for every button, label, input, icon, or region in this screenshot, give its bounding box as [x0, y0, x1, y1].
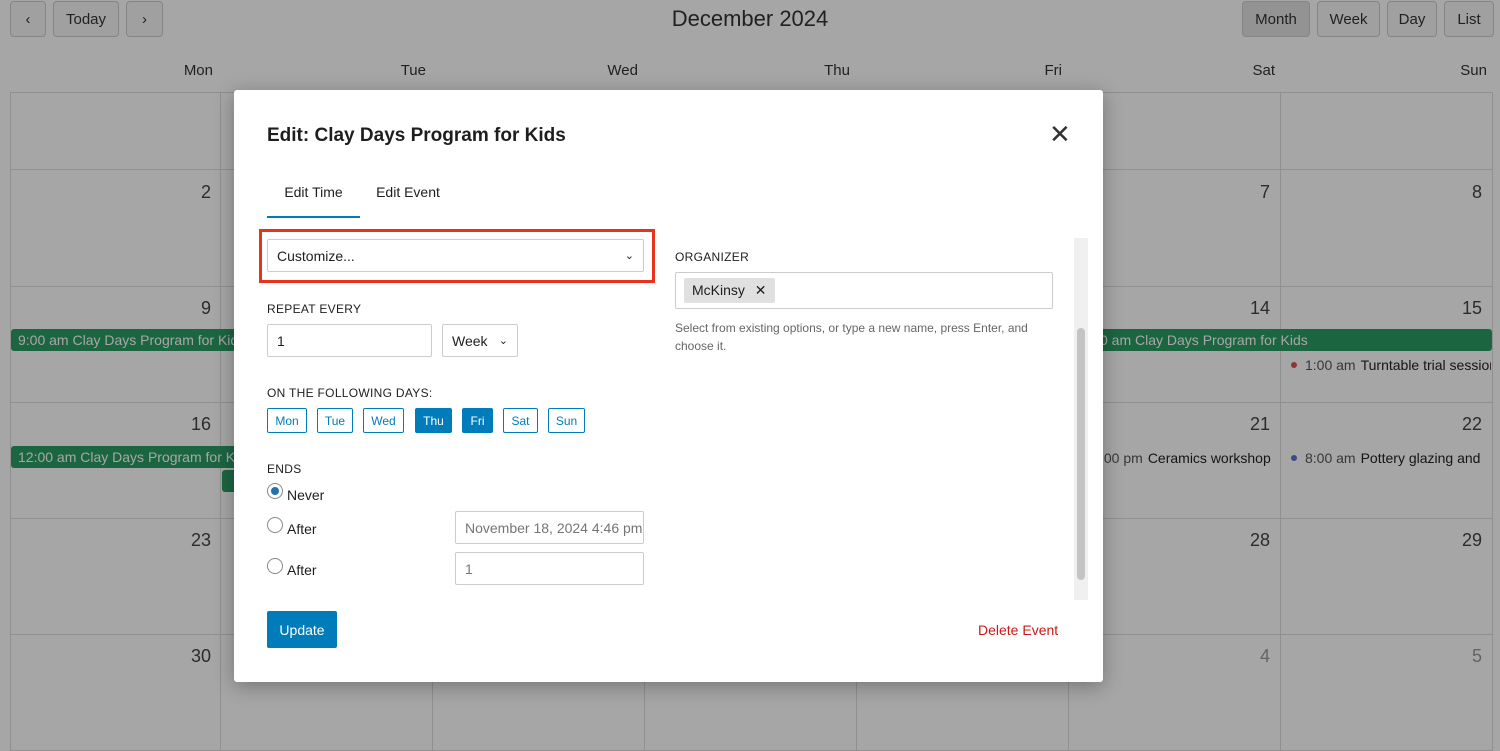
- repeat-every-label: REPEAT EVERY: [267, 302, 362, 316]
- day-thu[interactable]: Thu: [415, 408, 452, 433]
- days-label: ON THE FOLLOWING DAYS:: [267, 386, 433, 400]
- scrollbar-thumb[interactable]: [1077, 328, 1085, 580]
- end-date-input[interactable]: [455, 511, 644, 544]
- ends-never-radio[interactable]: [267, 483, 283, 499]
- edit-event-modal: Edit: Clay Days Program for Kids ✕ Edit …: [234, 90, 1103, 682]
- day-fri[interactable]: Fri: [462, 408, 493, 433]
- close-icon[interactable]: ✕: [1049, 121, 1071, 147]
- modal-title: Edit: Clay Days Program for Kids: [267, 125, 566, 146]
- ends-after-count-label: After: [287, 562, 317, 578]
- scrollbar-track[interactable]: [1074, 238, 1088, 600]
- ends-after-date-radio[interactable]: [267, 517, 283, 533]
- repeat-unit-value: Week: [452, 332, 488, 349]
- ends-label: ENDS: [267, 462, 302, 476]
- end-count-input[interactable]: [455, 552, 644, 585]
- organizer-input[interactable]: McKinsy ✕: [675, 272, 1053, 309]
- organizer-tag-label: McKinsy: [692, 282, 745, 298]
- tab-edit-event[interactable]: Edit Event: [368, 175, 448, 218]
- ends-after-count-radio[interactable]: [267, 558, 283, 574]
- day-tue[interactable]: Tue: [317, 408, 353, 433]
- remove-tag-icon[interactable]: ✕: [755, 282, 767, 298]
- ends-never-label: Never: [287, 487, 325, 503]
- recurrence-value: Customize...: [277, 247, 355, 264]
- update-button[interactable]: Update: [267, 611, 337, 648]
- day-sat[interactable]: Sat: [503, 408, 538, 433]
- tab-edit-time[interactable]: Edit Time: [267, 175, 360, 218]
- organizer-tag: McKinsy ✕: [684, 278, 775, 303]
- repeat-unit-select[interactable]: Week ⌄: [442, 324, 518, 357]
- chevron-down-icon: ⌄: [624, 250, 634, 262]
- day-mon[interactable]: Mon: [267, 408, 307, 433]
- delete-event-button[interactable]: Delete Event: [978, 622, 1058, 638]
- repeat-every-input[interactable]: 1: [267, 324, 432, 357]
- organizer-label: ORGANIZER: [675, 250, 750, 264]
- day-sun[interactable]: Sun: [548, 408, 585, 433]
- recurrence-select[interactable]: Customize... ⌄: [267, 239, 644, 272]
- chevron-down-icon: ⌄: [498, 335, 508, 347]
- ends-after-date-label: After: [287, 521, 317, 537]
- organizer-help: Select from existing options, or type a …: [675, 321, 1028, 353]
- day-wed[interactable]: Wed: [363, 408, 404, 433]
